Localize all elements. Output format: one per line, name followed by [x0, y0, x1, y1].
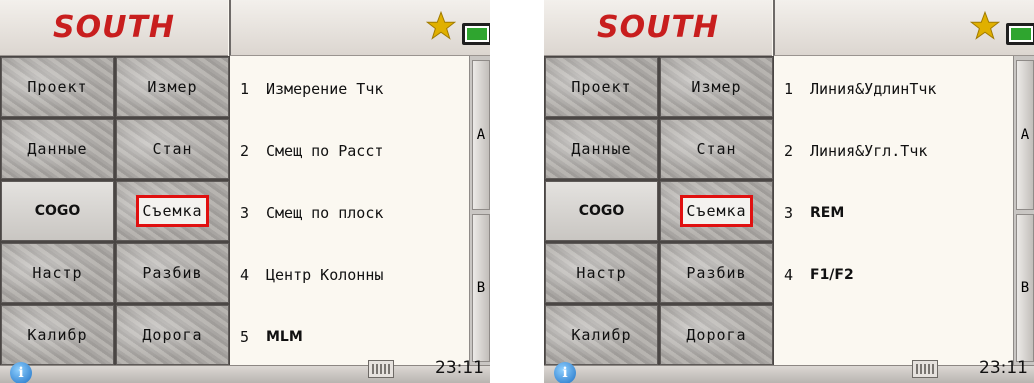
info-icon[interactable]: i [554, 362, 576, 383]
status-bar: i 23:11 [544, 358, 1034, 383]
menu-item-station[interactable]: Стан [116, 119, 229, 179]
keyboard-icon[interactable] [368, 360, 394, 378]
top-bar [773, 0, 1034, 56]
menu-item-road[interactable]: Дорога [660, 305, 773, 365]
menu-item-stakeout[interactable]: Разбив [660, 243, 773, 303]
keyboard-icon[interactable] [912, 360, 938, 378]
survey-submenu-list: 1 Линия&УдлинТчк 2 Линия&Угл.Тчк 3 REM 4 F1/… [774, 56, 1014, 366]
menu-item-project[interactable]: Проект [1, 57, 114, 117]
page-b-button[interactable]: B [1016, 214, 1034, 362]
top-bar [229, 0, 490, 56]
menu-item-measure[interactable]: Измер [116, 57, 229, 117]
main-menu: Проект Измер Данные Стан COGO Съемка Нас… [544, 56, 774, 366]
list-item[interactable]: 2 Смещ по Расст [240, 136, 383, 166]
menu-item-settings[interactable]: Настр [545, 243, 658, 303]
list-item[interactable]: 2 Линия&Угл.Тчк [784, 136, 927, 166]
brand-logo: SOUTH [52, 10, 176, 45]
menu-item-data[interactable]: Данные [1, 119, 114, 179]
list-item[interactable]: 3 Смещ по плоск [240, 198, 383, 228]
menu-item-data[interactable]: Данные [545, 119, 658, 179]
favorites-star-icon[interactable] [426, 11, 456, 41]
brand-logo: SOUTH [596, 10, 720, 45]
page-a-button[interactable]: A [1016, 60, 1034, 210]
right-screen: SOUTH Проект Измер Данные Стан COGO Съем… [544, 0, 1034, 383]
menu-item-road[interactable]: Дорога [116, 305, 229, 365]
menu-item-measure[interactable]: Измер [660, 57, 773, 117]
favorites-star-icon[interactable] [970, 11, 1000, 41]
left-screen: SOUTH Проект Измер Данные Стан COGO Съем… [0, 0, 490, 383]
logo-area: SOUTH [0, 0, 228, 56]
page-scroll: A B [1013, 56, 1034, 366]
page-b-button[interactable]: B [472, 214, 490, 362]
status-bar: i 23:11 [0, 358, 490, 383]
page-scroll: A B [469, 56, 490, 366]
menu-item-survey[interactable]: Съемка [116, 181, 229, 241]
list-item[interactable]: 4 F1/F2 [784, 260, 854, 290]
menu-item-cogo[interactable]: COGO [1, 181, 114, 241]
info-icon[interactable]: i [10, 362, 32, 383]
list-item[interactable]: 1 Измерение Тчк [240, 74, 383, 104]
menu-item-settings[interactable]: Настр [1, 243, 114, 303]
menu-item-calibrate[interactable]: Калибр [1, 305, 114, 365]
selected-highlight: Съемка [136, 195, 209, 227]
menu-item-station[interactable]: Стан [660, 119, 773, 179]
list-item[interactable]: 3 REM [784, 198, 844, 228]
menu-item-calibrate[interactable]: Калибр [545, 305, 658, 365]
list-item[interactable]: 5 MLM [240, 322, 303, 352]
list-item[interactable]: 4 Центр Колонны [240, 260, 383, 290]
page-a-button[interactable]: A [472, 60, 490, 210]
main-menu: Проект Измер Данные Стан COGO Съемка Нас… [0, 56, 230, 366]
logo-area: SOUTH [544, 0, 772, 56]
battery-icon [1006, 23, 1034, 45]
list-item[interactable]: 1 Линия&УдлинТчк [784, 74, 936, 104]
survey-submenu-list: 1 Измерение Тчк 2 Смещ по Расст 3 Смещ по п… [230, 56, 470, 366]
menu-item-project[interactable]: Проект [545, 57, 658, 117]
menu-item-cogo[interactable]: COGO [545, 181, 658, 241]
battery-icon [462, 23, 490, 45]
clock: 23:11 [979, 358, 1028, 378]
menu-item-stakeout[interactable]: Разбив [116, 243, 229, 303]
selected-highlight: Съемка [680, 195, 753, 227]
menu-item-survey[interactable]: Съемка [660, 181, 773, 241]
clock: 23:11 [435, 358, 484, 378]
